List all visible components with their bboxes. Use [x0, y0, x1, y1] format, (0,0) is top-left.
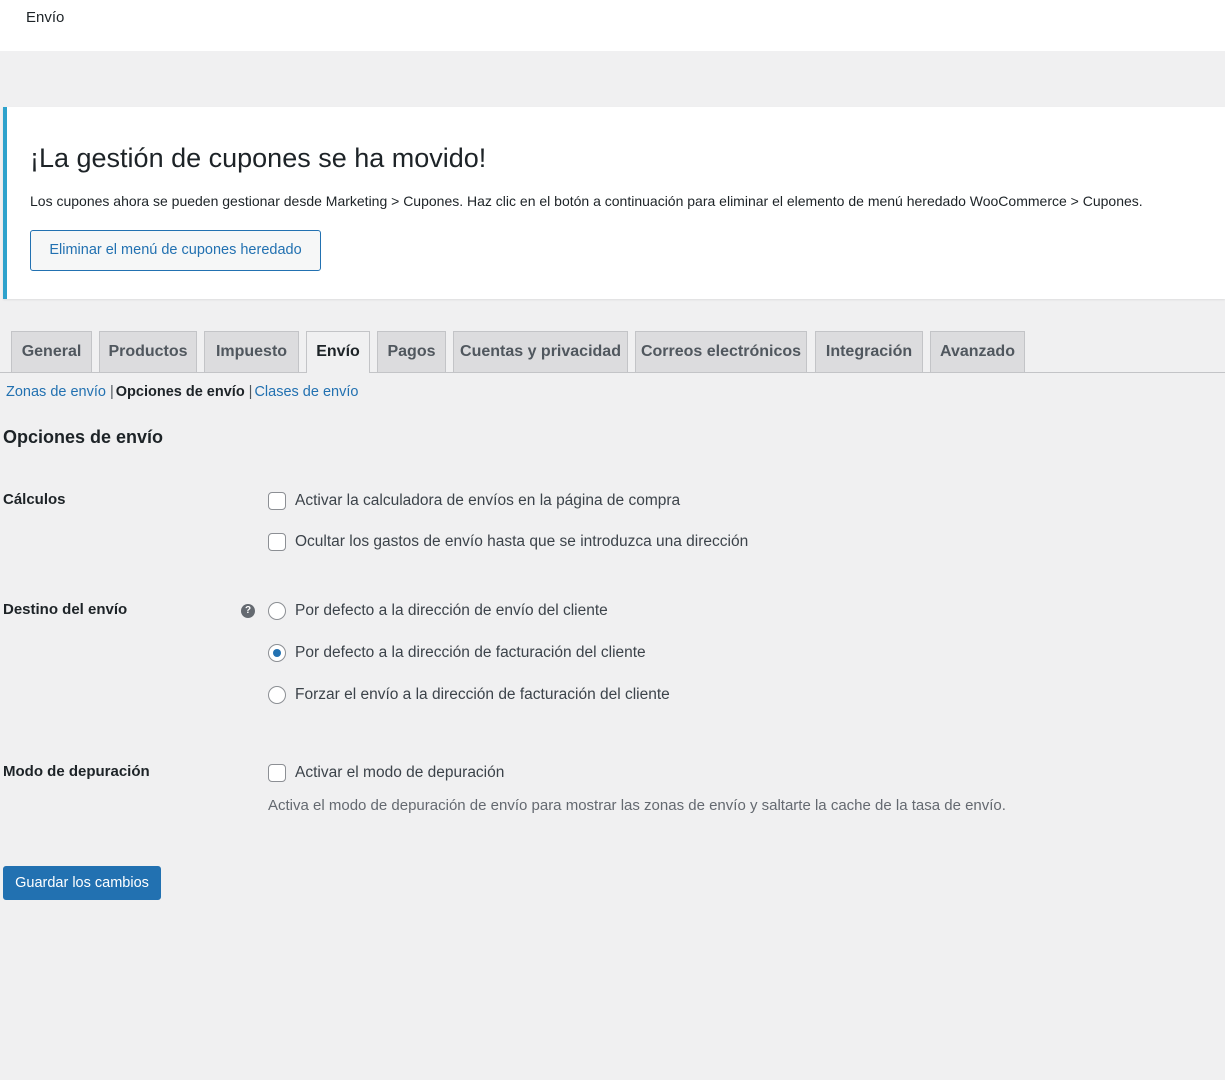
force-billing-radio[interactable] — [268, 686, 286, 704]
subnav-shipping-classes[interactable]: Clases de envío — [254, 384, 358, 400]
remove-legacy-coupon-menu-button[interactable]: Eliminar el menú de cupones heredado — [30, 230, 321, 271]
option-label: Ocultar los gastos de envío hasta que se… — [295, 533, 749, 550]
page-header: Envío — [0, 0, 1225, 51]
tab-shipping[interactable]: Envío — [306, 331, 370, 373]
subnav-separator: | — [248, 384, 253, 400]
enable-debug-mode-checkbox[interactable] — [268, 764, 286, 782]
force-billing-address-option[interactable]: Forzar el envío a la dirección de factur… — [268, 685, 670, 705]
tab-general[interactable]: General — [11, 331, 92, 372]
option-label: Activar el modo de depuración — [295, 764, 505, 781]
notice-title: ¡La gestión de cupones se ha movido! — [30, 143, 487, 173]
coupon-notice: ¡La gestión de cupones se ha movido! Los… — [3, 107, 1225, 299]
destination-shipping-address-option[interactable]: Por defecto a la dirección de envío del … — [268, 601, 608, 621]
enable-shipping-calculator-checkbox[interactable] — [268, 492, 286, 510]
debug-mode-description: Activa el modo de depuración de envío pa… — [268, 797, 1006, 814]
option-label: Forzar el envío a la dirección de factur… — [295, 686, 670, 703]
shipping-destination-label: Destino del envío — [3, 601, 128, 618]
tab-payments[interactable]: Pagos — [377, 331, 446, 372]
destination-shipping-radio[interactable] — [268, 602, 286, 620]
debug-mode-label: Modo de depuración — [3, 763, 150, 780]
destination-billing-address-option[interactable]: Por defecto a la dirección de facturació… — [268, 643, 646, 663]
option-label: Por defecto a la dirección de envío del … — [295, 602, 608, 619]
save-changes-button[interactable]: Guardar los cambios — [3, 866, 161, 900]
calculations-label: Cálculos — [3, 491, 66, 508]
page-title: Envío — [26, 9, 65, 26]
enable-debug-mode-option[interactable]: Activar el modo de depuración — [268, 763, 504, 783]
enable-shipping-calculator-option[interactable]: Activar la calculadora de envíos en la p… — [268, 491, 680, 511]
notice-text: Los cupones ahora se pueden gestionar de… — [30, 193, 1143, 209]
option-label: Por defecto a la dirección de facturació… — [295, 644, 646, 661]
tab-tax[interactable]: Impuesto — [204, 331, 299, 372]
hide-shipping-costs-checkbox[interactable] — [268, 533, 286, 551]
tab-advanced[interactable]: Avanzado — [930, 331, 1025, 372]
tab-integration[interactable]: Integración — [815, 331, 923, 372]
option-label: Activar la calculadora de envíos en la p… — [295, 492, 681, 509]
hide-shipping-costs-option[interactable]: Ocultar los gastos de envío hasta que se… — [268, 532, 748, 552]
subnav-separator: | — [109, 384, 114, 400]
destination-billing-radio[interactable] — [268, 644, 286, 662]
help-icon[interactable]: ? — [241, 604, 255, 618]
subnav-shipping-options[interactable]: Opciones de envío — [116, 384, 245, 400]
subnav-shipping-zones[interactable]: Zonas de envío — [6, 384, 106, 400]
shipping-subnav: Zonas de envío | Opciones de envío | Clases … — [6, 384, 358, 400]
tab-emails[interactable]: Correos electrónicos — [635, 331, 807, 372]
settings-tabs: General Productos Impuesto Envío Pagos C… — [0, 331, 1225, 373]
section-title: Opciones de envío — [3, 427, 164, 447]
tab-accounts-privacy[interactable]: Cuentas y privacidad — [453, 331, 628, 372]
tab-products[interactable]: Productos — [99, 331, 197, 372]
